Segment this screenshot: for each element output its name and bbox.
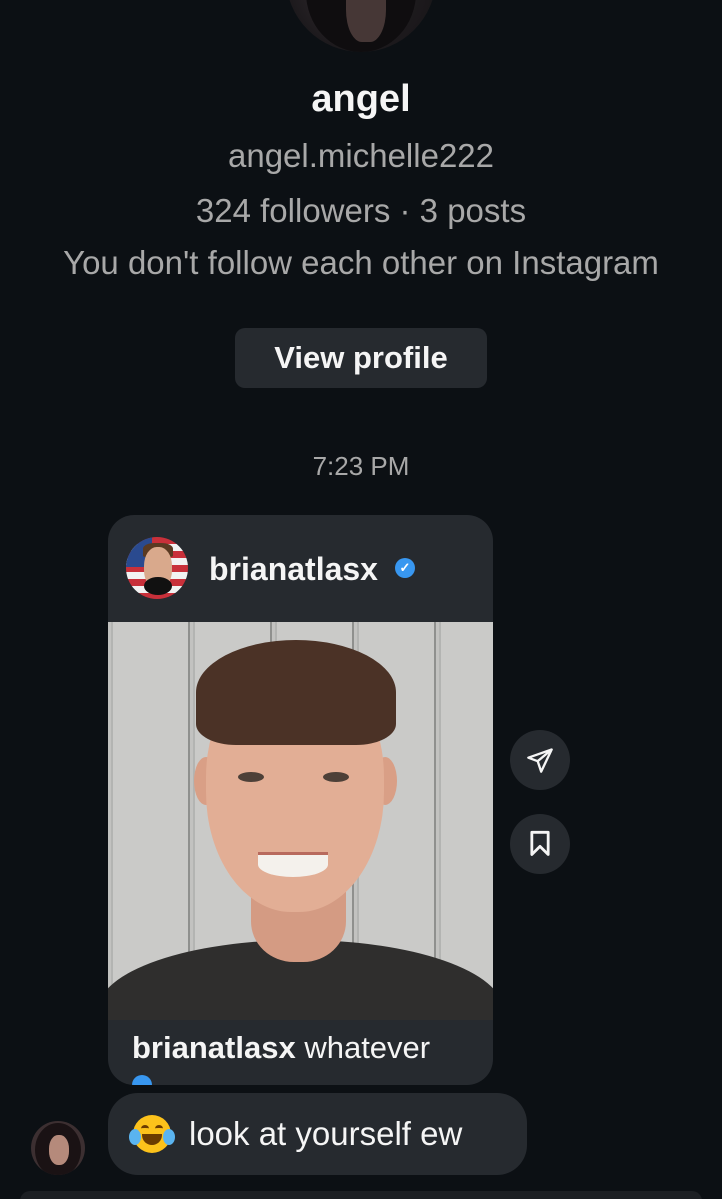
view-profile-button[interactable]: View profile bbox=[235, 328, 487, 388]
caption-text: whatever bbox=[304, 1030, 431, 1065]
photo-eye-left bbox=[238, 772, 264, 782]
sender-avatar[interactable] bbox=[31, 1121, 85, 1175]
paper-plane-icon bbox=[527, 748, 553, 773]
save-button[interactable] bbox=[510, 814, 570, 874]
post-author-name[interactable]: brianatlasx bbox=[209, 551, 378, 588]
post-caption: brianatlasx whatever bbox=[132, 1030, 430, 1066]
message-bubble[interactable]: look at yourself ew bbox=[108, 1093, 527, 1175]
emoji-tear-left bbox=[129, 1129, 141, 1145]
message-text: look at yourself ew bbox=[189, 1115, 463, 1152]
caption-verified-badge-icon bbox=[132, 1075, 152, 1085]
profile-stats: 324 followers · 3 posts bbox=[195, 192, 527, 229]
profile-display-name: angel bbox=[311, 78, 411, 120]
verified-badge-icon: ✓ bbox=[395, 558, 415, 578]
share-button[interactable] bbox=[510, 730, 570, 790]
message-timestamp: 7:23 PM bbox=[312, 451, 410, 481]
post-image[interactable] bbox=[108, 622, 493, 1020]
shared-post-card[interactable]: brianatlasx ✓ brianatlasx whatever bbox=[108, 515, 493, 1085]
photo-eye-right bbox=[323, 772, 349, 782]
shared-post-header[interactable]: brianatlasx ✓ bbox=[108, 515, 493, 622]
profile-avatar[interactable] bbox=[286, 0, 436, 52]
photo-smile bbox=[258, 852, 328, 877]
caption-author[interactable]: brianatlasx bbox=[132, 1030, 296, 1065]
emoji-tear-right bbox=[163, 1129, 175, 1145]
photo-hair bbox=[196, 640, 396, 745]
dm-thread-screen: angel angel.michelle222 324 followers · … bbox=[0, 0, 722, 1199]
emoji-eye-right bbox=[155, 1125, 163, 1132]
bookmark-icon bbox=[530, 830, 550, 856]
emoji-mouth bbox=[142, 1134, 162, 1145]
post-author-avatar[interactable] bbox=[126, 537, 188, 599]
avatar-mustache bbox=[144, 577, 172, 595]
follow-relationship-text: You don't follow each other on Instagram bbox=[63, 244, 659, 281]
composer-edge bbox=[20, 1191, 702, 1199]
profile-username: angel.michelle222 bbox=[227, 137, 494, 174]
tears-of-joy-emoji-icon bbox=[129, 1115, 175, 1153]
avatar-face bbox=[49, 1135, 69, 1165]
emoji-eye-left bbox=[141, 1125, 149, 1132]
